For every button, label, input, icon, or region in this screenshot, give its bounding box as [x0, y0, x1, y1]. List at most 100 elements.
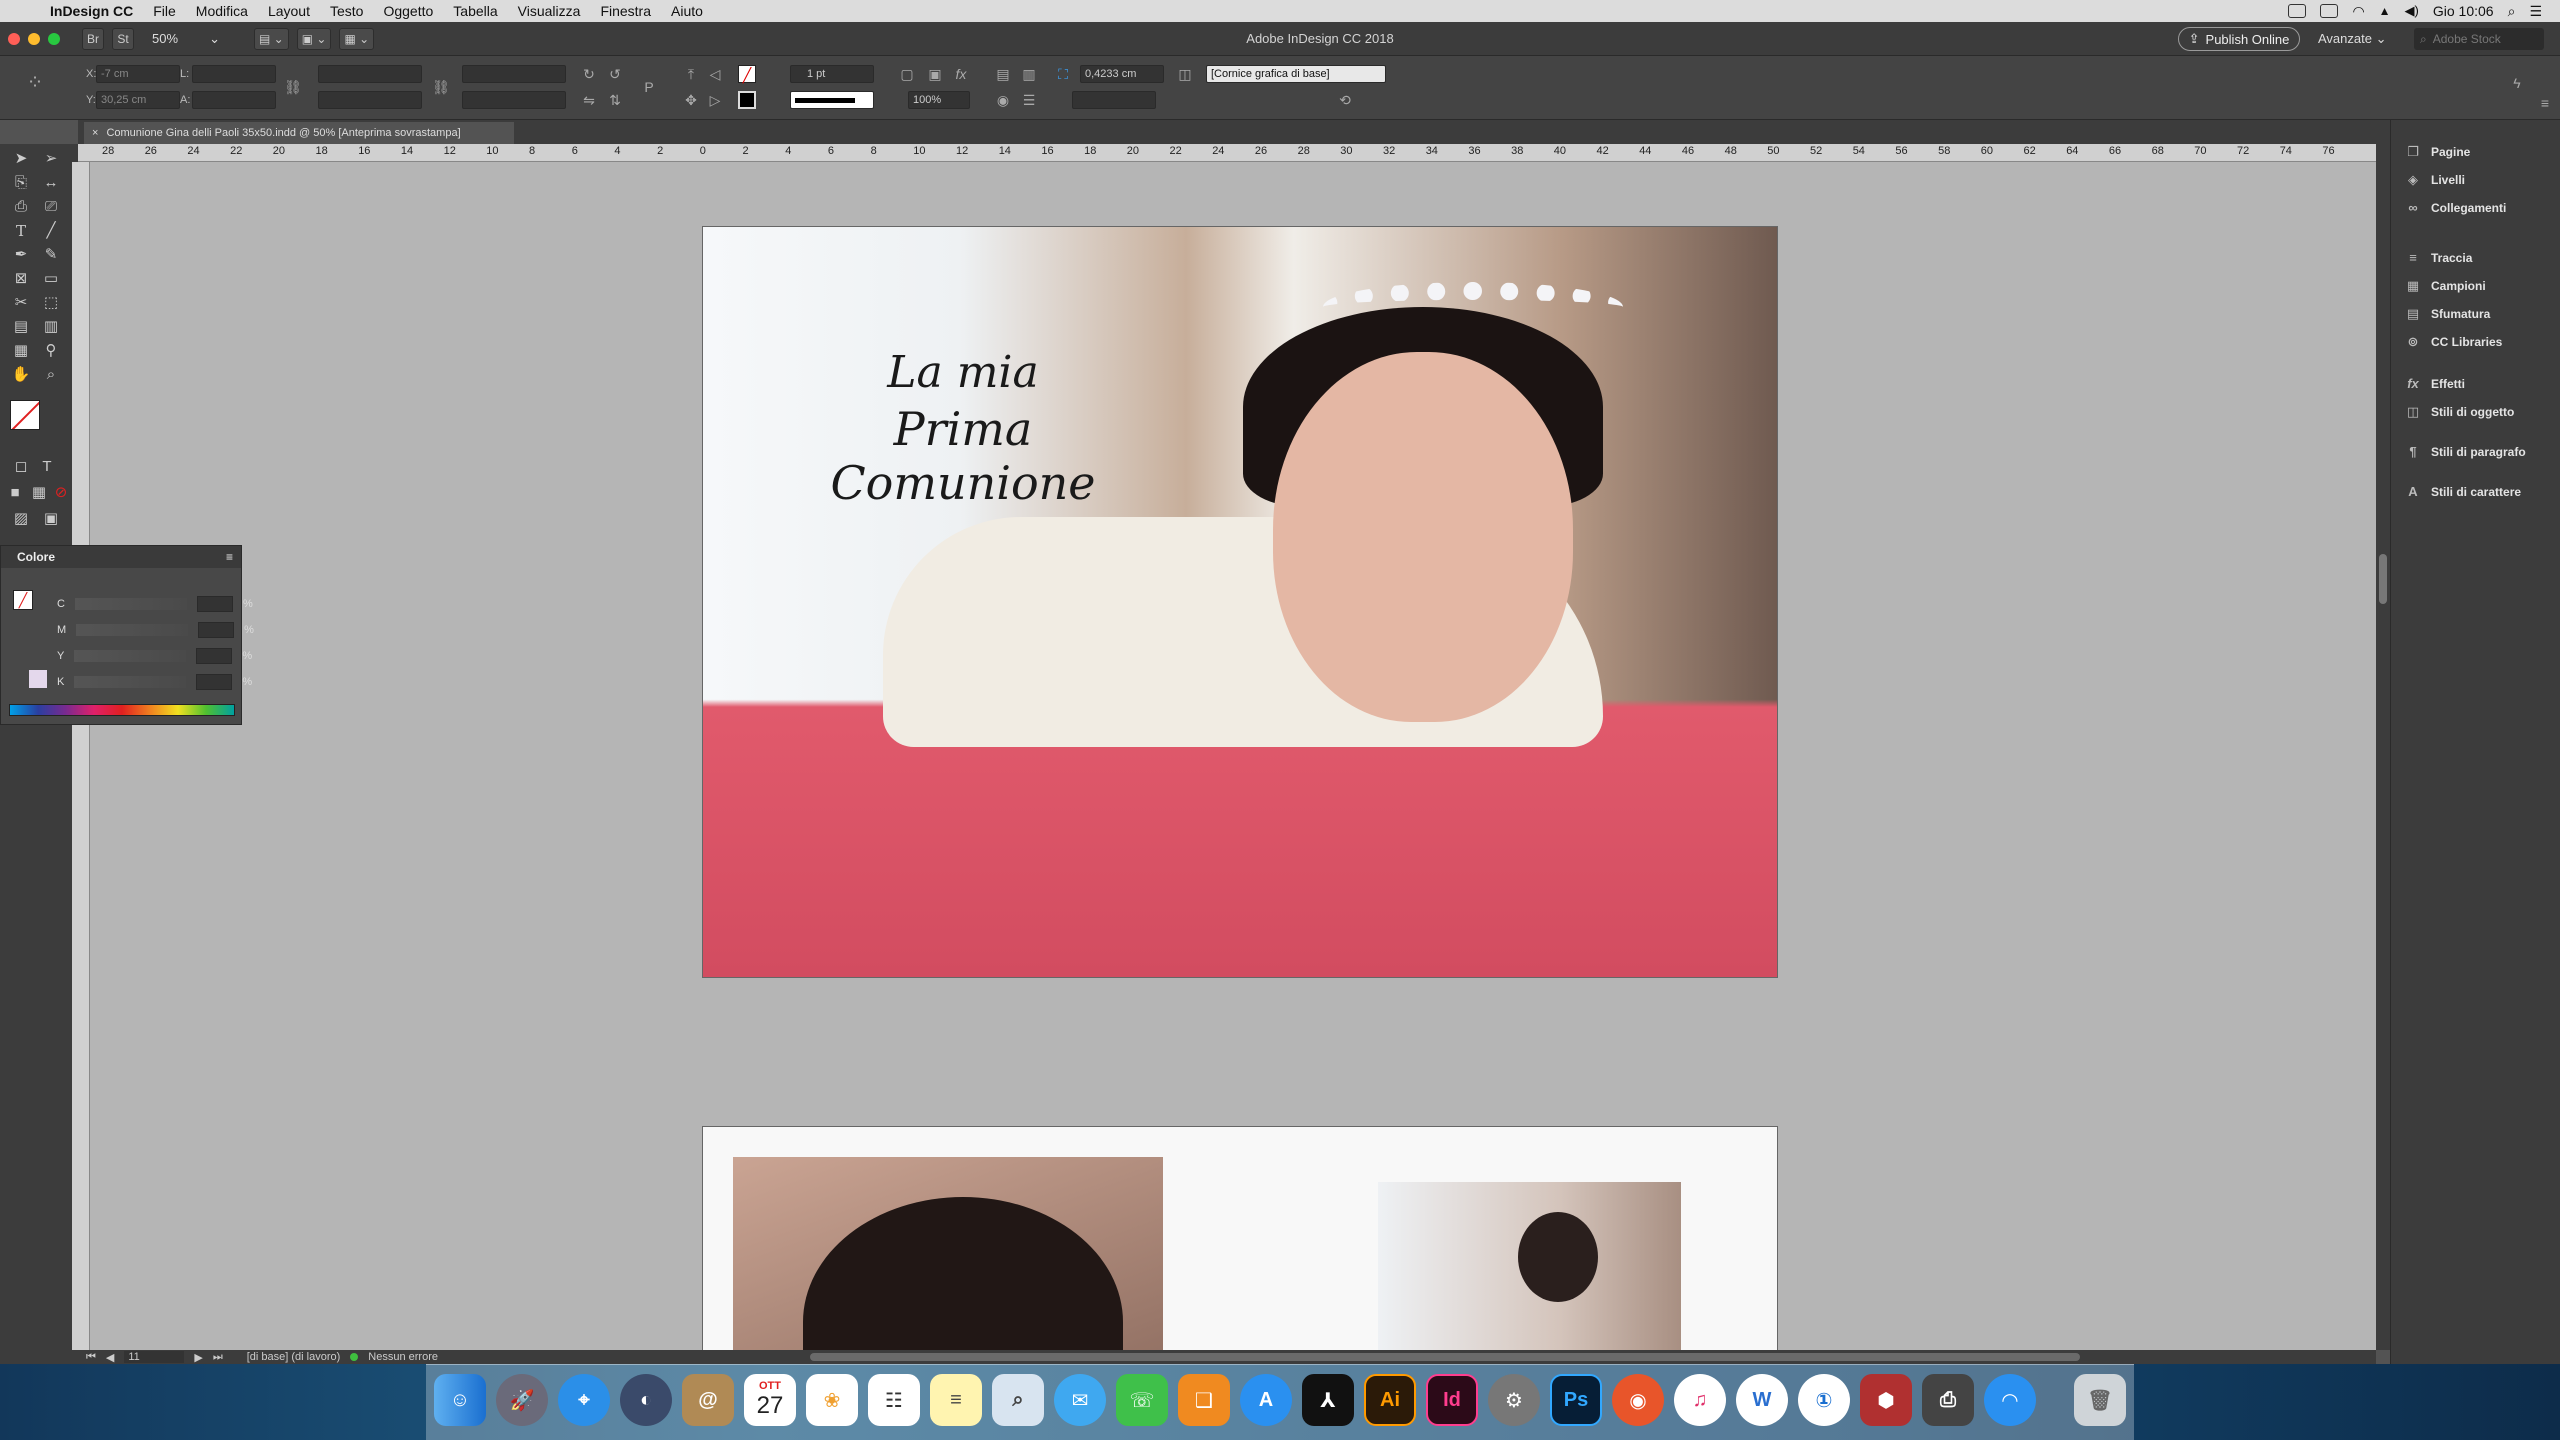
acrobat-icon[interactable]: ⅄	[1302, 1374, 1354, 1426]
wifi-diagnostics-icon[interactable]: ◠	[1984, 1374, 2036, 1426]
scale-y-field[interactable]	[318, 91, 422, 109]
creative-cloud-icon[interactable]	[2288, 4, 2307, 18]
yellow-value-field[interactable]	[196, 648, 233, 664]
apply-gradient-icon[interactable]: ▦	[28, 482, 50, 504]
close-window-button[interactable]	[8, 32, 20, 45]
drop-shadow-icon[interactable]: ▢	[898, 65, 916, 83]
word-icon[interactable]: W	[1736, 1374, 1788, 1426]
apply-color-icon[interactable]: ■	[4, 482, 26, 504]
launchpad-icon[interactable]: 🚀	[496, 1374, 548, 1426]
clear-overrides-icon[interactable]: ⟲	[1336, 91, 1354, 109]
measurement-field[interactable]: 0,4233 cm	[1080, 65, 1164, 83]
reference-point-icon[interactable]: ⁘	[26, 73, 44, 93]
previous-page-icon[interactable]: ◀	[106, 1351, 114, 1364]
illustrator-icon[interactable]: Ai	[1364, 1374, 1416, 1426]
display-icon[interactable]	[2320, 4, 2339, 18]
mojave-icon[interactable]: ◐	[620, 1374, 672, 1426]
menu-oggetto[interactable]: Oggetto	[373, 0, 443, 22]
panel-livelli[interactable]: ◈ Livelli	[2405, 170, 2465, 190]
preview-icon[interactable]: ⌕	[992, 1374, 1044, 1426]
close-tab-icon[interactable]: ×	[92, 127, 98, 139]
stroke-swatch-icon[interactable]	[738, 91, 756, 109]
hand-tool-icon[interactable]: ✋	[10, 364, 32, 386]
content-placer-icon[interactable]: ⎚	[40, 196, 62, 218]
printer-icon[interactable]: ⎙	[1922, 1374, 1974, 1426]
gap-tool-icon[interactable]: ↔	[40, 172, 62, 194]
airplay-icon[interactable]: ▲	[2379, 4, 2391, 18]
system-preferences-icon[interactable]: ⚙	[1488, 1374, 1540, 1426]
fill-stroke-swatch-icon[interactable]	[10, 400, 54, 444]
vertical-scrollbar[interactable]	[2376, 144, 2390, 1350]
black-slider[interactable]	[74, 676, 187, 688]
onepassword-icon[interactable]: ①	[1798, 1374, 1850, 1426]
contacts-icon[interactable]: @	[682, 1374, 734, 1426]
panel-collegamenti[interactable]: ∞ Collegamenti	[2405, 198, 2506, 218]
panel-menu-icon[interactable]: ≡	[226, 550, 233, 564]
panel-traccia[interactable]: ≡ Traccia	[2405, 248, 2472, 268]
horizontal-scrollbar[interactable]	[540, 1350, 2376, 1364]
first-page-icon[interactable]: ⏮	[86, 1351, 96, 1364]
magenta-slider[interactable]	[76, 624, 189, 636]
trash-icon[interactable]: 🗑	[2074, 1374, 2126, 1426]
panel-pagine[interactable]: ❐ Pagine	[2405, 142, 2470, 162]
photos-icon[interactable]: ❀	[806, 1374, 858, 1426]
safari-icon[interactable]: ⌖	[558, 1374, 610, 1426]
zoom-level-select[interactable]: 50% ⌄	[148, 27, 224, 50]
panel-cc-libraries[interactable]: ⊚ CC Libraries	[2405, 332, 2503, 352]
clock[interactable]: Gio 10:06	[2433, 3, 2494, 19]
rectangle-tool-icon[interactable]: ▭	[40, 268, 62, 290]
panel-effetti[interactable]: fx Effetti	[2405, 374, 2465, 394]
yellow-slider[interactable]	[74, 650, 187, 662]
align-center-icon[interactable]: ▥	[1020, 65, 1038, 83]
gradient-feather-tool-icon[interactable]: ▥	[40, 316, 62, 338]
adobe-stock-search[interactable]: ⌕ Adobe Stock	[2414, 28, 2544, 50]
preview-mode-icon[interactable]: ▣	[40, 508, 62, 530]
photo-frame-right[interactable]	[1378, 1182, 1681, 1350]
stroke-weight-field[interactable]: 1 pt	[790, 65, 874, 83]
panel-stili-paragrafo[interactable]: ¶ Stili di paragrafo	[2405, 442, 2525, 462]
formatting-text-icon[interactable]: T	[36, 456, 58, 478]
secondary-select[interactable]	[1072, 91, 1156, 109]
panel-stili-carattere[interactable]: A Stili di carattere	[2405, 482, 2521, 502]
magenta-value-field[interactable]	[198, 622, 235, 638]
fill-swatch[interactable]	[10, 400, 40, 430]
page-spread-cover[interactable]: La mia Prima Comunione	[702, 226, 1778, 978]
lightning-icon[interactable]: ϟ	[2508, 74, 2526, 92]
rectangle-frame-tool-icon[interactable]: ⊠	[10, 268, 32, 290]
out-of-gamut-swatch[interactable]	[29, 670, 47, 688]
black-value-field[interactable]	[196, 674, 233, 690]
vertical-ruler[interactable]	[72, 162, 90, 1350]
menu-layout[interactable]: Layout	[258, 0, 320, 22]
photo-frame-left[interactable]	[733, 1157, 1163, 1350]
app-store-icon[interactable]: A	[1240, 1374, 1292, 1426]
type-tool-icon[interactable]: T	[10, 220, 32, 242]
facetime-icon[interactable]: ☏	[1116, 1374, 1168, 1426]
notification-center-icon[interactable]: ☰	[2529, 3, 2542, 20]
menu-testo[interactable]: Testo	[320, 0, 373, 22]
effects-icon[interactable]: ▣	[926, 65, 944, 83]
pencil-tool-icon[interactable]: ✎	[40, 244, 62, 266]
stock-icon[interactable]: St	[112, 27, 134, 50]
panel-menu-icon[interactable]: ≡	[2536, 94, 2554, 112]
books-icon[interactable]: ❑	[1178, 1374, 1230, 1426]
x-position-field[interactable]: -7 cm	[96, 65, 180, 83]
panel-sfumatura[interactable]: ▤ Sfumatura	[2405, 304, 2491, 324]
menu-app[interactable]: InDesign CC	[40, 0, 143, 22]
shear-field[interactable]	[462, 91, 566, 109]
rotation-field[interactable]	[462, 65, 566, 83]
fx-icon[interactable]: fx	[952, 65, 970, 83]
object-style-select[interactable]: [Cornice grafica di base]	[1206, 65, 1386, 83]
height-field[interactable]	[192, 91, 276, 109]
rotate-ccw-icon[interactable]: ↺	[606, 65, 624, 83]
line-tool-icon[interactable]: ╱	[40, 220, 62, 242]
notes-icon[interactable]: ≡	[930, 1374, 982, 1426]
page-number-field[interactable]: 11	[124, 1351, 185, 1363]
cyan-slider[interactable]	[74, 598, 187, 610]
paragraph-direction-icon[interactable]: P	[640, 78, 658, 96]
cyan-value-field[interactable]	[196, 596, 233, 612]
minimize-window-button[interactable]	[28, 32, 40, 45]
page-tool-icon[interactable]: ⎘	[10, 172, 32, 194]
menu-file[interactable]: File	[143, 0, 186, 22]
workspace-switcher[interactable]: Avanzate ⌄	[2318, 31, 2387, 47]
menu-finestra[interactable]: Finestra	[590, 0, 661, 22]
